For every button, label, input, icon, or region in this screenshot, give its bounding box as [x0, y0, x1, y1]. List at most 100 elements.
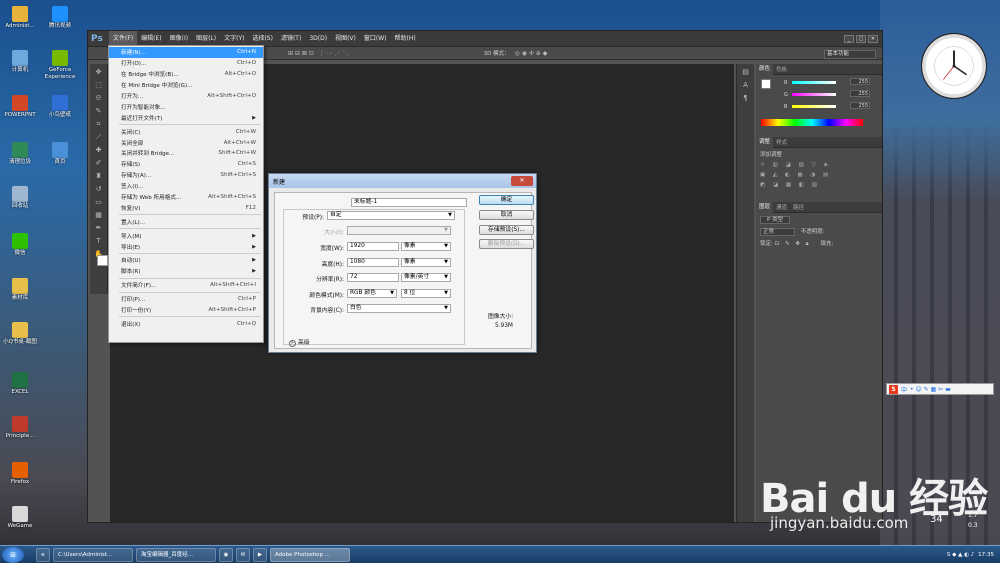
taskbar-pin-ie[interactable]: e: [36, 547, 50, 562]
desktop-icon[interactable]: 清理垃圾: [2, 142, 38, 166]
desktop-icon[interactable]: 腾讯视频: [42, 6, 78, 30]
b-slider[interactable]: [792, 105, 836, 108]
foreground-color-swatch[interactable]: [97, 255, 108, 266]
tab-channels[interactable]: 通道: [773, 203, 790, 211]
eraser-tool-icon[interactable]: ▭: [93, 197, 105, 207]
pen-tool-icon[interactable]: ✒: [93, 223, 105, 233]
menu-item[interactable]: 滤镜(T): [277, 31, 305, 47]
file-menu-item[interactable]: 退出(X) Ctrl+Q: [109, 318, 263, 329]
tab-styles[interactable]: 样式: [773, 138, 790, 146]
color-spectrum[interactable]: [761, 119, 863, 126]
taskbar-browser[interactable]: 淘宝编辑器_百度经...: [136, 547, 216, 562]
desktop-icon[interactable]: 素材库: [2, 278, 38, 302]
adjust-icons-row-1[interactable]: ☼ ▥ ◪ ▨ ▽ ◈: [756, 160, 882, 170]
maximize-button[interactable]: □: [856, 34, 866, 43]
file-menu-item[interactable]: 脚本(R) ▶: [109, 266, 263, 277]
desktop-icon[interactable]: WeGame: [2, 506, 38, 530]
file-menu-item[interactable]: 打印(P)... Ctrl+P: [109, 294, 263, 305]
file-menu-item[interactable]: 恢复(V) F12: [109, 202, 263, 213]
tab-paths[interactable]: 路径: [790, 203, 807, 211]
file-menu-item[interactable]: 新建(N)... Ctrl+N: [109, 47, 263, 58]
save-preset-button[interactable]: 存储预设(S)...: [479, 225, 534, 235]
cancel-button[interactable]: 取消: [479, 210, 534, 220]
menu-item[interactable]: 帮助(H): [391, 31, 420, 47]
lock-icons[interactable]: ⊡ ✎ ✥ 🔒︎: [775, 241, 811, 247]
file-menu-item[interactable]: 导入(M) ▶: [109, 230, 263, 241]
history-brush-icon[interactable]: ↺: [93, 184, 105, 194]
workspace-select[interactable]: 基本功能: [824, 50, 876, 59]
preset-select[interactable]: 自定 ▼: [327, 211, 455, 220]
tab-adjustments[interactable]: 调整: [756, 136, 774, 148]
distribute-icon[interactable]: ⋮ ⋯ ⋰ ⋱: [319, 50, 349, 57]
height-input[interactable]: 1080: [347, 258, 399, 267]
file-menu-item[interactable]: 关闭并转到 Bridge... Shift+Ctrl+W: [109, 148, 263, 159]
close-button[interactable]: ✕: [868, 34, 878, 43]
blend-mode-select[interactable]: 正常: [760, 228, 796, 236]
resolution-input[interactable]: 72: [347, 273, 399, 282]
g-slider[interactable]: [792, 93, 836, 96]
file-menu-item[interactable]: 打开为智能对象...: [109, 101, 263, 112]
brush-tool-icon[interactable]: ✐: [93, 158, 105, 168]
desktop-icon[interactable]: 小Q书桌-截图: [2, 322, 38, 346]
desktop-icon[interactable]: POWERPNT: [2, 95, 38, 119]
healing-tool-icon[interactable]: ✚: [93, 145, 105, 155]
taskbar-pin-app-1[interactable]: ◉: [219, 547, 233, 562]
b-value[interactable]: 255: [850, 102, 870, 109]
file-menu-item[interactable]: 签入(I)...: [109, 181, 263, 192]
history-panel-icon[interactable]: ▤: [740, 67, 752, 77]
align-icon[interactable]: ⊞ ⊟ ⊠ ⊡: [288, 50, 314, 57]
file-menu-item[interactable]: 最近打开文件(T) ▶: [109, 112, 263, 123]
color-fg-swatch[interactable]: [761, 79, 771, 89]
file-menu-item[interactable]: 文件简介(F)... Alt+Shift+Ctrl+I: [109, 280, 263, 291]
lasso-tool-icon[interactable]: ᘓ: [93, 93, 105, 103]
file-menu-item[interactable]: 存储为 Web 所用格式... Alt+Shift+Ctrl+S: [109, 192, 263, 203]
file-menu-item[interactable]: 打开为... Alt+Shift+Ctrl+O: [109, 91, 263, 102]
sogou-icon[interactable]: S: [889, 384, 898, 394]
desktop-icon[interactable]: EXCEL: [2, 372, 38, 396]
desktop-icon[interactable]: 回收站: [2, 186, 38, 210]
ok-button[interactable]: 确定: [479, 195, 534, 205]
bit-depth-select[interactable]: 8 位 ▼: [401, 289, 451, 298]
desktop-icon[interactable]: Principle...: [2, 416, 38, 440]
height-unit-select[interactable]: 像素 ▼: [401, 258, 451, 267]
stamp-tool-icon[interactable]: ♜: [93, 171, 105, 181]
width-input[interactable]: 1920: [347, 242, 399, 251]
menu-item[interactable]: 窗口(W): [360, 31, 391, 47]
width-unit-select[interactable]: 像素 ▼: [401, 242, 451, 251]
tab-swatches[interactable]: 色板: [773, 65, 790, 73]
color-mode-select[interactable]: RGB 颜色 ▼: [347, 289, 397, 298]
dialog-close-button[interactable]: ✕: [511, 176, 533, 186]
marquee-tool-icon[interactable]: ⬚: [93, 80, 105, 90]
taskbar-photoshop[interactable]: Adobe Photoshop ...: [270, 547, 350, 562]
advanced-toggle[interactable]: » 高级: [289, 337, 310, 347]
type-tool-icon[interactable]: T: [93, 236, 105, 246]
start-button[interactable]: ⊞: [2, 546, 24, 563]
name-input[interactable]: 未标题-1: [351, 198, 467, 207]
desktop-icon[interactable]: 首页: [42, 142, 78, 166]
file-menu-item[interactable]: 置入(L)...: [109, 216, 263, 227]
desktop-icon[interactable]: 小鸟壁纸: [42, 95, 78, 119]
eyedropper-tool-icon[interactable]: ⟋: [93, 132, 105, 142]
paragraph-panel-icon[interactable]: ¶: [740, 93, 752, 103]
file-menu-item[interactable]: 在 Mini Bridge 中浏览(G)...: [109, 80, 263, 91]
desktop-icon[interactable]: Firefox: [2, 462, 38, 486]
file-menu-item[interactable]: 导出(E) ▶: [109, 241, 263, 252]
file-menu-item[interactable]: 存储为(A)... Shift+Ctrl+S: [109, 170, 263, 181]
resolution-unit-select[interactable]: 像素/英寸 ▼: [401, 273, 451, 282]
tab-layers[interactable]: 图层: [756, 201, 774, 213]
file-menu-item[interactable]: 打印一份(Y) Alt+Shift+Ctrl+P: [109, 305, 263, 316]
file-menu-item[interactable]: 自动(U) ▶: [109, 255, 263, 266]
taskbar-pin-app-2[interactable]: ✉: [236, 547, 250, 562]
ime-tools-icon[interactable]: • ☺ ✎ ▦ ✂ ▬: [910, 386, 951, 393]
tray-icons[interactable]: S ◆ ▲ ◐ ♪: [947, 552, 974, 558]
file-menu-item[interactable]: 打开(O)... Ctrl+O: [109, 58, 263, 69]
layer-kind-select[interactable]: P 类型: [760, 216, 791, 224]
tray-clock[interactable]: 17:35: [978, 552, 994, 558]
desktop-icon[interactable]: Administ...: [2, 6, 38, 30]
r-value[interactable]: 255: [850, 78, 870, 85]
minimize-button[interactable]: _: [844, 34, 854, 43]
tab-color[interactable]: 颜色: [756, 63, 774, 75]
quick-select-tool-icon[interactable]: ✎: [93, 106, 105, 116]
desktop-icon[interactable]: GeForce Experience: [42, 50, 78, 81]
background-select[interactable]: 白色 ▼: [347, 304, 451, 313]
